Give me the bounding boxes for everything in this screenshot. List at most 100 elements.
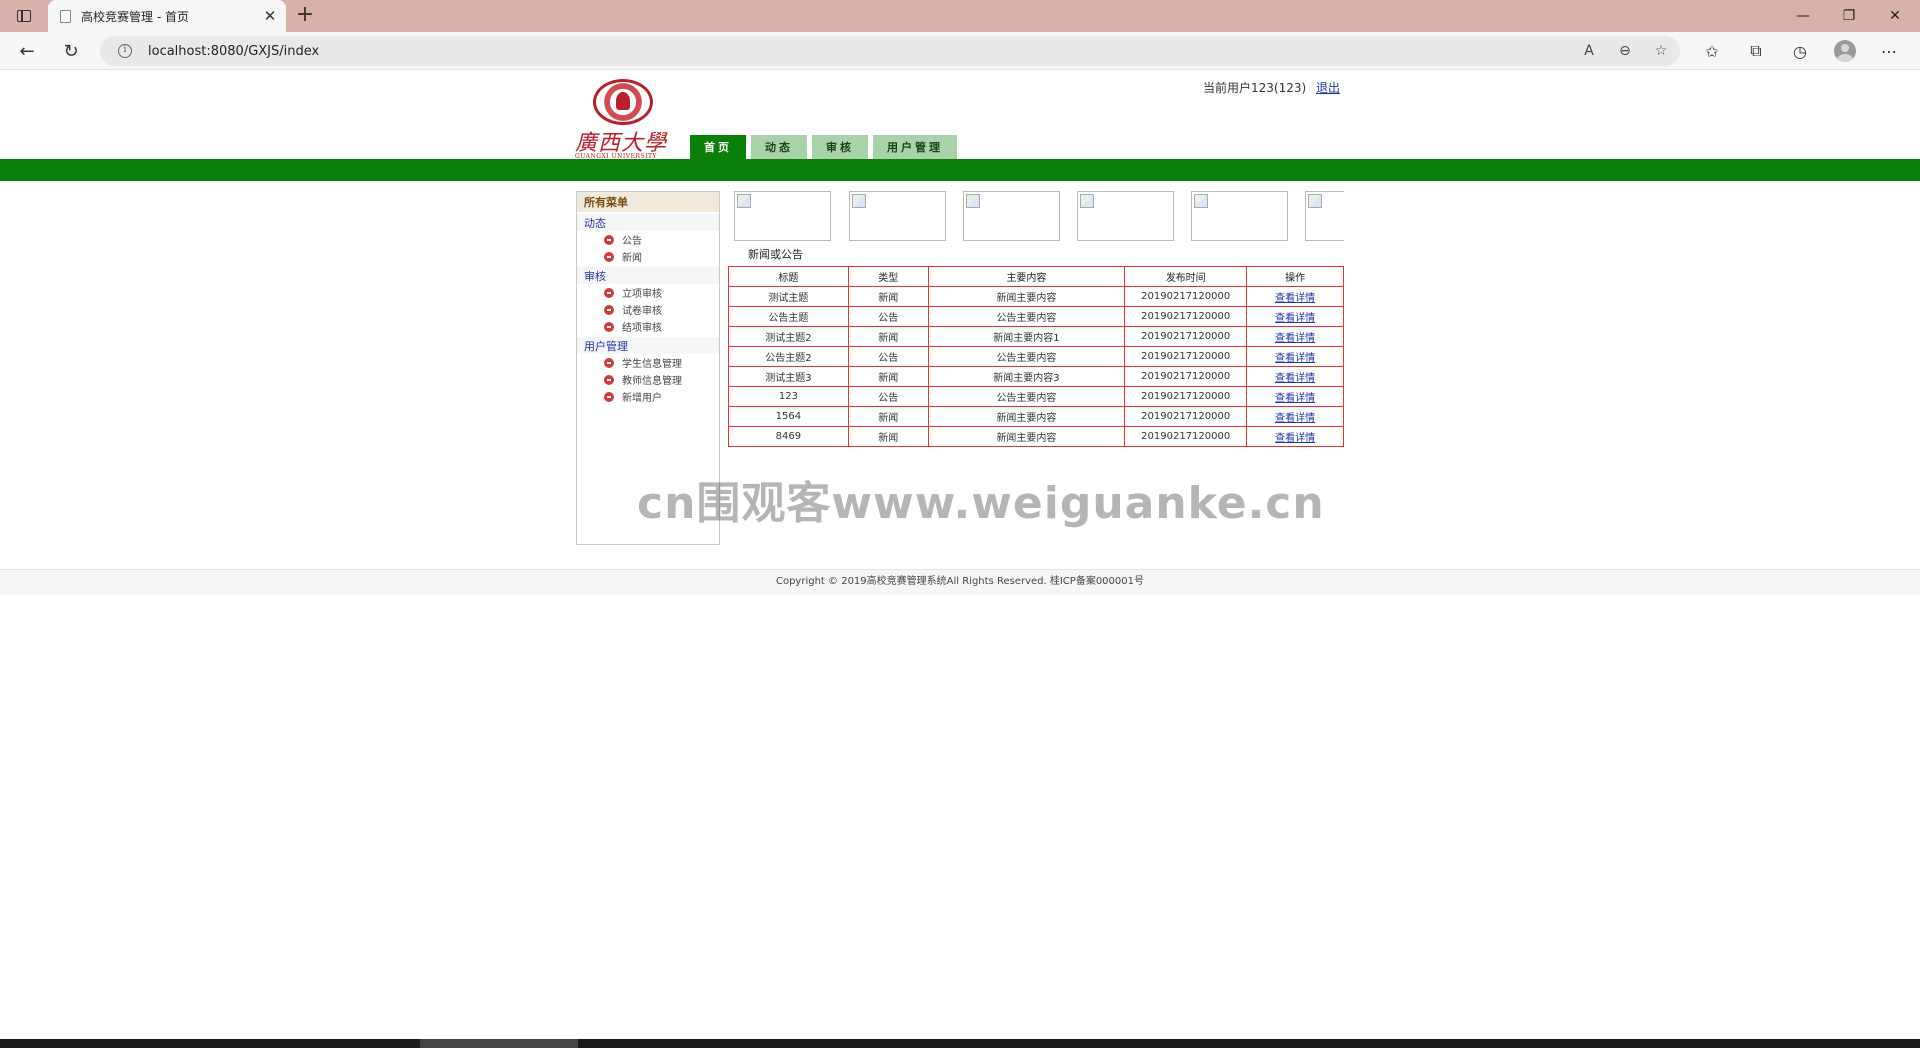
column-header: 类型 bbox=[847, 266, 929, 287]
add-favorite-icon[interactable]: ☆ bbox=[1650, 40, 1672, 62]
refresh-icon[interactable]: ↻ bbox=[56, 37, 86, 65]
broken-image[interactable] bbox=[1077, 191, 1174, 241]
cell-title: 测试主题2 bbox=[728, 326, 849, 347]
view-details-link[interactable]: 查看详情 bbox=[1246, 386, 1344, 407]
cell-title: 1564 bbox=[728, 406, 849, 427]
read-aloud-icon[interactable]: A bbox=[1578, 40, 1600, 62]
sidebar-item-announcement[interactable]: 公告 bbox=[577, 231, 719, 248]
view-details-link[interactable]: 查看详情 bbox=[1246, 306, 1344, 327]
view-details-link[interactable]: 查看详情 bbox=[1246, 286, 1344, 307]
sidebar-toggle-icon[interactable] bbox=[10, 6, 38, 26]
cell-content: 新闻主要内容1 bbox=[927, 326, 1126, 347]
table-row: 123 公告 公告主要内容 20190217120000 查看详情 bbox=[728, 386, 1344, 407]
browser-tab[interactable]: 高校竞赛管理 - 首页 ✕ bbox=[48, 0, 286, 32]
cell-title: 测试主题 bbox=[728, 286, 849, 307]
sidebar-item-student-info[interactable]: 学生信息管理 bbox=[577, 354, 719, 371]
cell-title: 公告主题2 bbox=[728, 346, 849, 367]
sidebar-item-teacher-info[interactable]: 教师信息管理 bbox=[577, 371, 719, 388]
section-title: 新闻或公告 bbox=[748, 248, 803, 261]
sidebar-item-label: 新增用户 bbox=[622, 393, 662, 404]
cell-type: 公告 bbox=[847, 346, 929, 367]
broken-image[interactable] bbox=[1191, 191, 1288, 241]
sidebar-item-label: 立项审核 bbox=[622, 289, 662, 300]
view-details-link[interactable]: 查看详情 bbox=[1246, 366, 1344, 387]
university-logo: 廣西大學 GUANGXI UNIVERSITY bbox=[575, 79, 673, 161]
cell-title: 公告主题 bbox=[728, 306, 849, 327]
sidebar-item-project-review[interactable]: 立项审核 bbox=[577, 284, 719, 301]
logout-link[interactable]: 退出 bbox=[1316, 81, 1340, 95]
tab-close-icon[interactable]: ✕ bbox=[260, 7, 280, 25]
cell-title: 8469 bbox=[728, 426, 849, 447]
table-row: 公告主题 公告 公告主要内容 20190217120000 查看详情 bbox=[728, 306, 1344, 327]
broken-image[interactable] bbox=[963, 191, 1060, 241]
cell-type: 新闻 bbox=[847, 366, 929, 387]
broken-image-icon bbox=[966, 194, 980, 208]
sidebar-item-news[interactable]: 新闻 bbox=[577, 248, 719, 265]
column-header: 发布时间 bbox=[1124, 266, 1248, 287]
bullet-icon bbox=[604, 391, 614, 402]
collections-icon[interactable]: ⧉ bbox=[1741, 37, 1771, 65]
broken-image-icon bbox=[1194, 194, 1208, 208]
sidebar-group-news[interactable]: 动态 bbox=[577, 214, 719, 231]
image-carousel bbox=[734, 191, 1344, 243]
cell-type: 新闻 bbox=[847, 406, 929, 427]
cell-content: 公告主要内容 bbox=[927, 386, 1126, 407]
bullet-icon bbox=[604, 374, 614, 385]
favorites-icon[interactable]: ✩ bbox=[1697, 37, 1727, 65]
broken-image-icon bbox=[852, 194, 866, 208]
new-tab-button[interactable]: + bbox=[292, 3, 318, 29]
info-icon[interactable]: i bbox=[118, 44, 132, 58]
cell-time: 20190217120000 bbox=[1124, 386, 1248, 407]
sidebar-item-label: 公告 bbox=[622, 236, 642, 247]
sidebar-item-label: 试卷审核 bbox=[622, 306, 662, 317]
sidebar-group-review[interactable]: 审核 bbox=[577, 267, 719, 284]
history-icon[interactable]: ◷ bbox=[1785, 37, 1815, 65]
close-window-icon[interactable]: ✕ bbox=[1872, 0, 1918, 32]
table-header-row: 标题 类型 主要内容 发布时间 操作 bbox=[728, 266, 1344, 287]
cell-title: 123 bbox=[728, 386, 849, 407]
table-row: 测试主题2 新闻 新闻主要内容1 20190217120000 查看详情 bbox=[728, 326, 1344, 347]
bullet-icon bbox=[604, 357, 614, 368]
cell-content: 新闻主要内容 bbox=[927, 406, 1126, 427]
cell-content: 新闻主要内容3 bbox=[927, 366, 1126, 387]
sidebar-group-user-management[interactable]: 用户管理 bbox=[577, 337, 719, 354]
back-arrow-icon[interactable]: ← bbox=[12, 37, 42, 65]
restore-icon[interactable]: ❐ bbox=[1826, 0, 1872, 32]
bullet-icon bbox=[604, 304, 614, 315]
broken-image[interactable] bbox=[1305, 191, 1344, 241]
cell-content: 新闻主要内容 bbox=[927, 286, 1126, 307]
view-details-link[interactable]: 查看详情 bbox=[1246, 346, 1344, 367]
page-icon bbox=[60, 9, 71, 23]
bullet-icon bbox=[604, 251, 614, 262]
tab-news[interactable]: 动态 bbox=[751, 135, 807, 159]
profile-icon[interactable] bbox=[1834, 40, 1856, 62]
broken-image[interactable] bbox=[734, 191, 831, 241]
sidebar-item-label: 教师信息管理 bbox=[622, 376, 682, 387]
address-bar[interactable]: i localhost:8080/GXJS/index bbox=[100, 36, 1680, 66]
sidebar-item-paper-review[interactable]: 试卷审核 bbox=[577, 301, 719, 318]
sidebar-item-add-user[interactable]: 新增用户 bbox=[577, 388, 719, 405]
tab-review[interactable]: 审核 bbox=[812, 135, 868, 159]
cell-content: 公告主要内容 bbox=[927, 306, 1126, 327]
sidebar-item-closure-review[interactable]: 结项审核 bbox=[577, 318, 719, 335]
taskbar-segment bbox=[420, 1039, 578, 1048]
main-nav: 首页 动态 审核 用户管理 bbox=[690, 135, 962, 159]
minimize-icon[interactable]: — bbox=[1780, 0, 1826, 32]
view-details-link[interactable]: 查看详情 bbox=[1246, 326, 1344, 347]
zoom-out-icon[interactable]: ⊖ bbox=[1614, 40, 1636, 62]
taskbar bbox=[0, 1039, 1920, 1048]
tab-user-management[interactable]: 用户管理 bbox=[873, 135, 957, 159]
view-details-link[interactable]: 查看详情 bbox=[1246, 406, 1344, 427]
more-icon[interactable]: ⋯ bbox=[1874, 37, 1904, 65]
tab-home[interactable]: 首页 bbox=[690, 135, 746, 159]
broken-image[interactable] bbox=[849, 191, 946, 241]
cell-title: 测试主题3 bbox=[728, 366, 849, 387]
tab-title: 高校竞赛管理 - 首页 bbox=[81, 9, 189, 24]
cell-type: 新闻 bbox=[847, 326, 929, 347]
column-header: 主要内容 bbox=[927, 266, 1126, 287]
page-content: 廣西大學 GUANGXI UNIVERSITY 当前用户123(123) 退出 … bbox=[0, 71, 1920, 1039]
view-details-link[interactable]: 查看详情 bbox=[1246, 426, 1344, 447]
browser-toolbar: ← ↻ i localhost:8080/GXJS/index A ⊖ ☆ ✩ … bbox=[0, 32, 1920, 70]
table-row: 测试主题 新闻 新闻主要内容 20190217120000 查看详情 bbox=[728, 286, 1344, 307]
user-info: 当前用户123(123) 退出 bbox=[1203, 79, 1340, 96]
